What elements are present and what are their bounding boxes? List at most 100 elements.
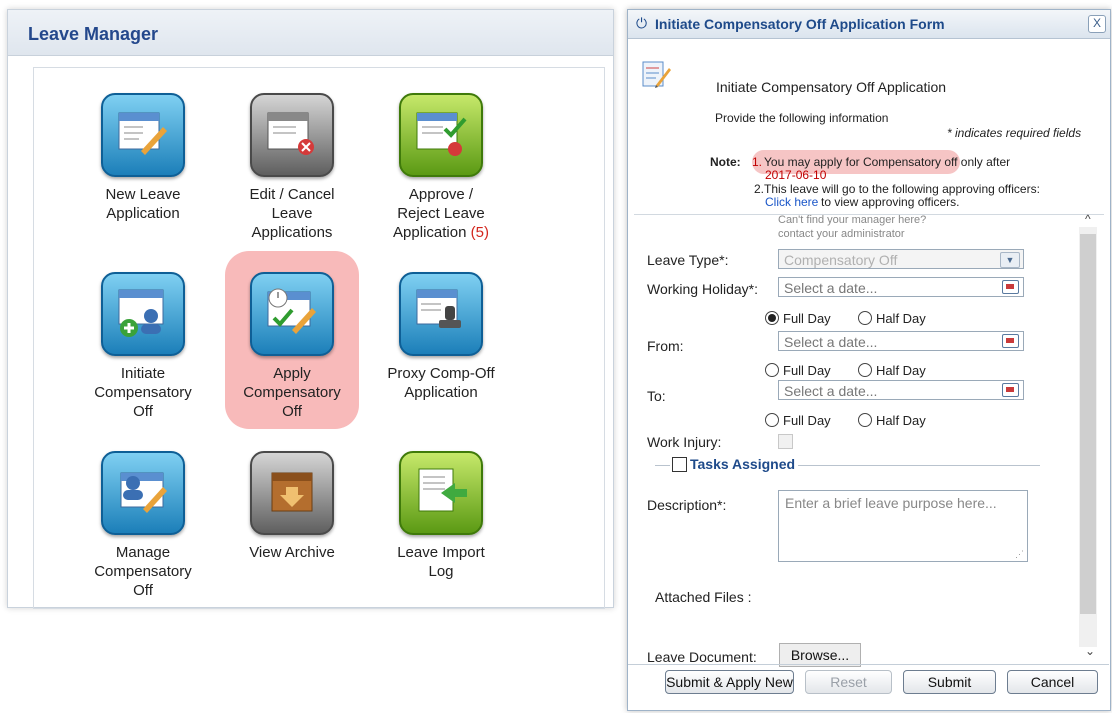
tile-apply-comp-off[interactable]: Apply Compensatory Off	[217, 272, 367, 421]
tile-leave-import-log[interactable]: Leave Import Log	[366, 451, 516, 581]
tile-label[interactable]: Approve / Reject Leave Application (5)	[366, 185, 516, 242]
chevron-down-icon[interactable]: ▼	[1000, 252, 1020, 268]
info-heading: Initiate Compensatory Off Application	[716, 79, 947, 95]
half-day-label: Half Day	[875, 413, 926, 428]
calendar-edit-icon[interactable]	[250, 272, 334, 356]
approving-officers-link[interactable]: Click here	[765, 195, 818, 209]
tile-label[interactable]: Proxy Comp-Off Application	[366, 364, 516, 402]
tile-label-line3: Off	[282, 403, 302, 420]
tile-label-line2: Reject Leave	[397, 205, 485, 222]
full-day-radio[interactable]	[765, 363, 779, 377]
tile-label-line2: Application	[404, 384, 478, 401]
half-day-radio[interactable]	[857, 363, 872, 377]
calendar-icon[interactable]	[1002, 334, 1019, 348]
tile-label[interactable]: Apply Compensatory Off	[217, 364, 367, 421]
description-label: Description*:	[647, 497, 727, 513]
submit-button[interactable]: Submit	[903, 670, 996, 694]
leave-type-select[interactable]: Compensatory Off ▼	[778, 249, 1024, 269]
panel-header: Leave Manager	[8, 10, 613, 56]
dialog-titlebar: ⏻ Initiate Compensatory Off Application …	[628, 10, 1110, 39]
working-holiday-day-options: Full Day Half Day	[765, 311, 926, 326]
scroll-down-icon[interactable]: ⌄	[1085, 644, 1095, 658]
calendar-icon[interactable]	[1002, 280, 1019, 294]
power-icon: ⏻	[636, 15, 648, 31]
dialog-title: Initiate Compensatory Off Application Fo…	[655, 16, 945, 32]
half-day-label: Half Day	[875, 311, 926, 326]
manager-hint-line2: contact your administrator	[778, 228, 905, 240]
calendar-icon[interactable]	[1002, 383, 1019, 397]
tile-label[interactable]: Edit / Cancel Leave Applications	[217, 185, 367, 242]
form-edit-icon	[642, 61, 671, 88]
full-day-label: Full Day	[783, 363, 831, 378]
tile-label-line3: Off	[133, 403, 153, 420]
cancel-button[interactable]: Cancel	[1007, 670, 1098, 694]
from-label: From:	[647, 338, 684, 354]
work-injury-label: Work Injury:	[647, 434, 722, 450]
tile-label-line3: Application (5)	[393, 224, 489, 241]
full-day-label: Full Day	[783, 413, 831, 428]
resize-grip-icon[interactable]: ⋰	[1015, 549, 1024, 560]
tile-edit-cancel[interactable]: Edit / Cancel Leave Applications	[217, 93, 367, 242]
tile-initiate-comp-off[interactable]: Initiate Compensatory Off	[68, 272, 218, 421]
tile-label[interactable]: View Archive	[217, 543, 367, 562]
close-button[interactable]: X	[1088, 15, 1106, 33]
to-day-options: Full Day Half Day	[765, 413, 926, 428]
user-add-icon[interactable]	[101, 272, 185, 356]
note2-text: 2.This leave will go to the following ap…	[754, 182, 1040, 196]
full-day-label: Full Day	[783, 311, 831, 326]
tasks-assigned-checkbox[interactable]	[672, 457, 687, 472]
import-arrow-icon[interactable]	[399, 451, 483, 535]
tile-label[interactable]: New Leave Application	[68, 185, 218, 223]
tile-label[interactable]: Initiate Compensatory Off	[68, 364, 218, 421]
tile-label-line1: Leave Import	[397, 544, 485, 561]
submit-apply-new-button[interactable]: Submit & Apply New	[665, 670, 794, 694]
user-edit-icon[interactable]	[101, 451, 185, 535]
tile-label-line1: Edit / Cancel	[249, 186, 335, 203]
document-edit-icon[interactable]	[101, 93, 185, 177]
document-approve-icon[interactable]	[399, 93, 483, 177]
full-day-radio[interactable]	[765, 311, 779, 325]
full-day-radio[interactable]	[765, 413, 779, 427]
note1-text: You may apply for Compensatory off only …	[764, 155, 1011, 169]
manager-hint-line1: Can't find your manager here?	[778, 214, 927, 226]
stamp-icon[interactable]	[399, 272, 483, 356]
tile-label-line2: Leave	[271, 205, 313, 222]
description-textarea[interactable]: Enter a brief leave purpose here... ⋰	[778, 490, 1028, 562]
scroll-up-icon[interactable]: ^	[1085, 212, 1091, 226]
tile-label-line2: Compensatory	[94, 384, 192, 401]
tasks-assigned-label: Tasks Assigned	[690, 456, 796, 472]
working-holiday-label: Working Holiday*:	[647, 281, 759, 297]
tile-manage-comp-off[interactable]: Manage Compensatory Off	[68, 451, 218, 600]
half-day-radio[interactable]	[857, 413, 872, 427]
tile-view-archive[interactable]: View Archive	[217, 451, 367, 562]
tile-label[interactable]: Manage Compensatory Off	[68, 543, 218, 600]
tile-label[interactable]: Leave Import Log	[366, 543, 516, 581]
leave-type-label: Leave Type*:	[647, 252, 729, 268]
working-holiday-placeholder: Select a date...	[784, 280, 878, 296]
tile-label-line1: Apply	[273, 365, 311, 382]
required-note: * indicates required fields	[947, 126, 1082, 140]
reset-button[interactable]: Reset	[805, 670, 892, 694]
from-date-input[interactable]: Select a date...	[778, 331, 1024, 351]
work-injury-checkbox[interactable]	[778, 434, 793, 449]
dialog-info-section: Initiate Compensatory Off Application Pr…	[634, 42, 1104, 215]
tile-grid: New Leave Application Edit / Cancel Leave Ap…	[33, 67, 605, 609]
panel-title: Leave Manager	[28, 24, 159, 44]
tile-approve-reject[interactable]: Approve / Reject Leave Application (5)	[366, 93, 516, 242]
working-holiday-input[interactable]: Select a date...	[778, 277, 1024, 297]
half-day-radio[interactable]	[857, 311, 872, 325]
note1-date: 2017-06-10	[765, 168, 827, 182]
tile-proxy-comp-off[interactable]: Proxy Comp-Off Application	[366, 272, 516, 402]
comp-off-dialog: ⏻ Initiate Compensatory Off Application …	[627, 9, 1111, 711]
tile-label-line2: Compensatory	[94, 563, 192, 580]
tile-new-leave[interactable]: New Leave Application	[68, 93, 218, 223]
tile-label-line1: Approve /	[408, 186, 474, 203]
document-cancel-icon[interactable]	[250, 93, 334, 177]
tile-label-line3: Applications	[251, 224, 333, 241]
leave-type-value: Compensatory Off	[784, 252, 898, 268]
archive-box-icon[interactable]	[250, 451, 334, 535]
from-day-options: Full Day Half Day	[765, 363, 926, 378]
leave-manager-panel: Leave Manager New Leave Application Edit /…	[7, 9, 614, 609]
to-date-input[interactable]: Select a date...	[778, 380, 1024, 400]
scrollbar-thumb[interactable]	[1080, 234, 1096, 614]
